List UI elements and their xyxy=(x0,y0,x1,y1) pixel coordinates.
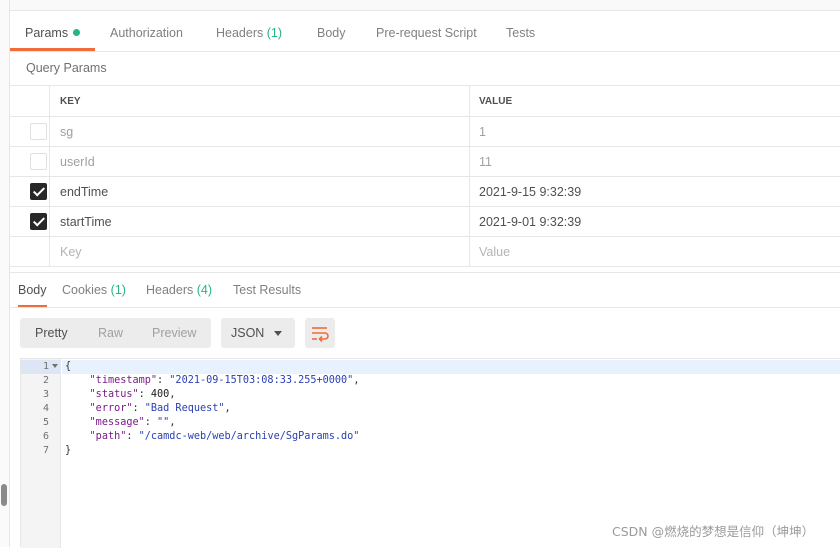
tab-headers-label: Headers xyxy=(216,26,264,40)
query-params-title: Query Params xyxy=(26,61,107,75)
line-number: 3 xyxy=(42,389,49,400)
new-param-row: Key Value xyxy=(10,237,840,267)
chevron-down-icon xyxy=(274,331,282,336)
code-line: } xyxy=(65,445,72,456)
line-number: 5 xyxy=(42,417,49,428)
row-checkbox-cell xyxy=(10,117,50,146)
response-body-editor[interactable]: 1 2 3 4 5 6 7 { "timestamp": "2021-09-15… xyxy=(20,358,840,548)
table-row: startTime 2021-9-01 9:32:39 xyxy=(10,207,840,237)
tab-params-label: Params xyxy=(25,26,69,40)
row-checkbox-cell xyxy=(10,177,50,206)
param-key[interactable]: userId xyxy=(51,147,470,176)
param-value[interactable]: 2021-9-15 9:32:39 xyxy=(471,177,840,206)
tab-body[interactable]: Body xyxy=(302,11,361,51)
tab-test-results-label: Test Results xyxy=(233,283,302,297)
tab-response-body-label: Body xyxy=(18,283,47,297)
left-panel-edge xyxy=(0,0,10,547)
request-tabs: Params Authorization Headers (1) Body Pr… xyxy=(10,11,840,52)
code-line: "timestamp": "2021-09-15T03:08:33.255+00… xyxy=(89,375,360,386)
top-band xyxy=(10,0,840,11)
watermark-text: CSDN @燃烧的梦想是信仰（坤坤） xyxy=(612,524,815,539)
fold-arrow-icon[interactable] xyxy=(52,364,58,368)
code-line: "status": 400, xyxy=(89,389,176,400)
raw-button[interactable]: Raw xyxy=(98,318,123,348)
tab-body-label: Body xyxy=(317,26,346,40)
row-checkbox-cell xyxy=(10,147,50,176)
line-number: 4 xyxy=(42,403,49,414)
tab-response-headers-label: Headers xyxy=(146,283,194,297)
wrap-lines-button[interactable] xyxy=(305,318,335,348)
tab-authorization-label: Authorization xyxy=(110,26,183,40)
params-active-dot xyxy=(73,29,81,36)
param-key[interactable]: startTime xyxy=(51,207,470,236)
format-toggle-group: Pretty Raw Preview xyxy=(20,318,211,348)
tab-headers[interactable]: Headers (1) xyxy=(201,11,297,51)
row-checkbox[interactable] xyxy=(30,153,47,170)
tab-params[interactable]: Params xyxy=(10,11,96,51)
code-line: "message": "", xyxy=(89,417,176,428)
column-header-key: KEY xyxy=(51,86,470,116)
param-key[interactable]: endTime xyxy=(51,177,470,206)
table-row: sg 1 xyxy=(10,117,840,147)
tab-test-results[interactable]: Test Results xyxy=(233,273,301,307)
param-value[interactable]: 11 xyxy=(471,147,840,176)
tab-tests-label: Tests xyxy=(506,26,536,40)
row-checkbox-cell xyxy=(10,207,50,236)
row-checkbox[interactable] xyxy=(30,123,47,140)
code-line: { xyxy=(62,360,840,374)
param-key[interactable]: sg xyxy=(51,117,470,146)
new-key-input[interactable]: Key xyxy=(51,237,470,266)
preview-button[interactable]: Preview xyxy=(152,318,196,348)
pretty-button[interactable]: Pretty xyxy=(35,318,68,348)
code-line: "path": "/camdc-web/web/archive/SgParams… xyxy=(89,431,360,442)
row-checkbox-cell xyxy=(10,237,50,266)
scroll-grip[interactable] xyxy=(1,484,7,506)
tab-response-headers-count: (4) xyxy=(196,283,213,297)
header-checkbox-cell xyxy=(10,86,50,116)
line-number: 2 xyxy=(42,375,49,386)
param-value[interactable]: 1 xyxy=(471,117,840,146)
language-select-value: JSON xyxy=(231,326,265,340)
tab-tests[interactable]: Tests xyxy=(491,11,550,51)
new-value-input[interactable]: Value xyxy=(471,237,840,266)
code-line: "error": "Bad Request", xyxy=(89,403,231,414)
tab-prerequest-script[interactable]: Pre-request Script xyxy=(361,11,492,51)
line-number: 6 xyxy=(42,431,49,442)
tab-authorization[interactable]: Authorization xyxy=(95,11,198,51)
wrap-lines-icon xyxy=(312,327,329,343)
query-params-table: KEY VALUE sg 1 userId 11 endTime 2021-9-… xyxy=(10,85,840,267)
row-checkbox-checked[interactable] xyxy=(30,183,47,200)
tab-headers-count: (1) xyxy=(266,26,283,40)
response-tabs: Body Cookies (1) Headers (4) Test Result… xyxy=(10,272,840,308)
tab-response-headers[interactable]: Headers (4) xyxy=(146,273,212,307)
line-number: 7 xyxy=(42,445,49,456)
tab-prerequest-label: Pre-request Script xyxy=(376,26,477,40)
row-checkbox-checked[interactable] xyxy=(30,213,47,230)
tab-cookies-label: Cookies xyxy=(62,283,108,297)
tab-cookies[interactable]: Cookies (1) xyxy=(62,273,126,307)
tab-response-body[interactable]: Body xyxy=(18,273,47,307)
language-select[interactable]: JSON xyxy=(221,318,295,348)
column-header-value: VALUE xyxy=(479,96,513,107)
line-number-gutter: 1 2 3 4 5 6 7 xyxy=(21,359,61,548)
table-row: endTime 2021-9-15 9:32:39 xyxy=(10,177,840,207)
tab-cookies-count: (1) xyxy=(110,283,126,297)
param-value[interactable]: 2021-9-01 9:32:39 xyxy=(471,207,840,236)
table-row: userId 11 xyxy=(10,147,840,177)
table-header-row: KEY VALUE xyxy=(10,86,840,117)
